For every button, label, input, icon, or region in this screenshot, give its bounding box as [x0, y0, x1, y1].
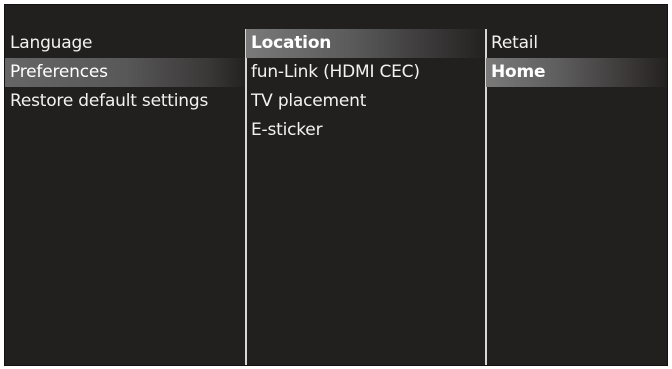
- menu-option-home[interactable]: Home: [486, 58, 667, 87]
- tv-settings-menu: Language Preferences Restore default set…: [4, 4, 668, 366]
- menu-item-restore-default-settings[interactable]: Restore default settings: [5, 87, 245, 116]
- menu-column-location: Retail Home: [486, 29, 667, 365]
- menu-item-fun-link[interactable]: fun-Link (HDMI CEC): [246, 58, 484, 87]
- menu-item-preferences[interactable]: Preferences: [5, 58, 245, 87]
- menu-column-preferences: Location fun-Link (HDMI CEC) TV placemen…: [246, 29, 484, 365]
- menu-item-location[interactable]: Location: [246, 29, 484, 58]
- menu-item-e-sticker[interactable]: E-sticker: [246, 116, 484, 145]
- menu-item-language[interactable]: Language: [5, 29, 245, 58]
- menu-option-retail[interactable]: Retail: [486, 29, 667, 58]
- menu-item-tv-placement[interactable]: TV placement: [246, 87, 484, 116]
- menu-column-main: Language Preferences Restore default set…: [5, 29, 245, 365]
